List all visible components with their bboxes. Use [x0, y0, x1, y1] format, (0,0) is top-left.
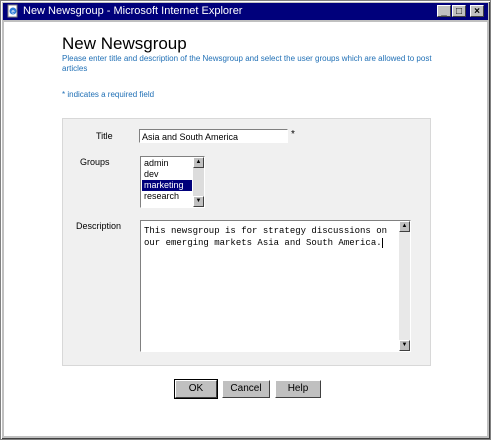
description-label: Description — [76, 221, 122, 231]
title-input[interactable]: Asia and South America — [139, 129, 288, 143]
groups-scrollbar[interactable]: ▲ ▼ — [193, 157, 204, 207]
groups-listbox[interactable]: admin dev marketing research ▲ ▼ — [140, 156, 205, 208]
scroll-up-icon[interactable]: ▲ — [193, 157, 204, 168]
scroll-down-icon[interactable]: ▼ — [399, 340, 410, 351]
instructions-text: Please enter title and description of th… — [62, 54, 432, 73]
ie-page-icon: e — [6, 4, 20, 18]
description-textarea[interactable]: This newsgroup is for strategy discussio… — [140, 220, 411, 352]
group-option-marketing[interactable]: marketing — [142, 180, 192, 191]
scroll-up-icon[interactable]: ▲ — [399, 221, 410, 232]
page-title: New Newsgroup — [62, 34, 187, 53]
maximize-button[interactable]: □ — [452, 5, 466, 17]
window-title: New Newsgroup - Microsoft Internet Explo… — [23, 5, 243, 17]
maximize-icon: □ — [455, 6, 463, 17]
title-bar[interactable]: e New Newsgroup - Microsoft Internet Exp… — [3, 3, 488, 20]
description-text: This newsgroup is for strategy discussio… — [144, 226, 393, 248]
required-field-note: * indicates a required field — [62, 90, 155, 99]
groups-label: Groups — [80, 157, 110, 167]
minimize-icon: _ — [441, 6, 447, 17]
minimize-button[interactable]: _ — [437, 5, 451, 17]
page-content: New Newsgroup Please enter title and des… — [4, 22, 487, 436]
text-caret — [381, 237, 383, 248]
help-button[interactable]: Help — [275, 380, 321, 398]
close-icon: × — [474, 6, 480, 17]
close-button[interactable]: × — [470, 5, 484, 17]
browser-window: e New Newsgroup - Microsoft Internet Exp… — [0, 0, 491, 440]
required-marker: * — [291, 129, 295, 140]
cancel-button[interactable]: Cancel — [222, 380, 270, 398]
title-label: Title — [96, 131, 113, 141]
ok-button[interactable]: OK — [174, 379, 218, 399]
scroll-down-icon[interactable]: ▼ — [193, 196, 204, 207]
group-option-admin[interactable]: admin — [142, 158, 192, 169]
group-option-research[interactable]: research — [142, 191, 192, 202]
description-scrollbar[interactable]: ▲ ▼ — [399, 221, 410, 351]
group-option-dev[interactable]: dev — [142, 169, 192, 180]
